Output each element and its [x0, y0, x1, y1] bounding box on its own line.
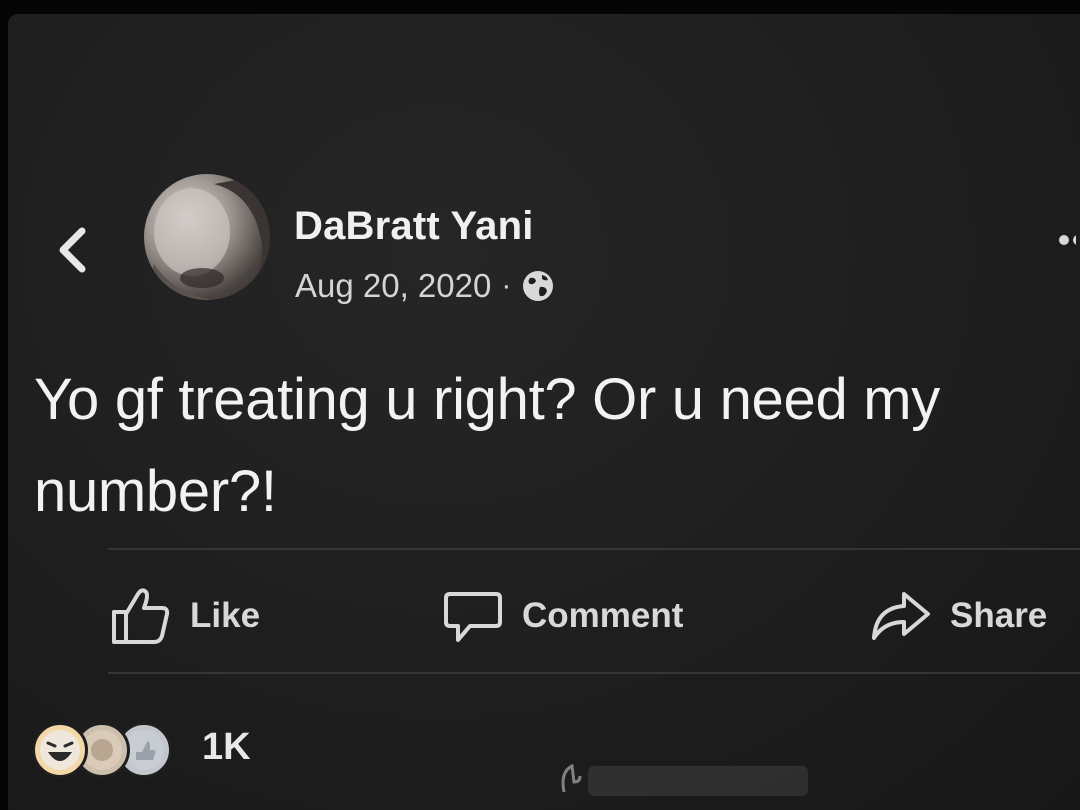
- back-button[interactable]: [52, 220, 92, 280]
- globe-icon: [523, 271, 554, 301]
- watermark: [554, 752, 814, 810]
- author-name[interactable]: DaBratt Yani: [294, 204, 534, 249]
- comment-label: Comment: [522, 596, 684, 635]
- like-button[interactable]: Like: [110, 586, 260, 646]
- comment-button[interactable]: Comment: [442, 586, 683, 646]
- comment-icon: [444, 592, 502, 642]
- divider: [108, 548, 1080, 550]
- share-label: Share: [950, 596, 1048, 635]
- more-options-button[interactable]: [1056, 220, 1076, 260]
- thumbs-up-icon: [112, 588, 170, 644]
- avatar-photo: [144, 174, 270, 300]
- post-text: Yo gf treating u right? Or u need my num…: [34, 367, 940, 524]
- reaction-count[interactable]: 1K: [202, 726, 251, 769]
- meta-separator: ·: [501, 269, 512, 302]
- post-meta: Aug 20, 2020 ·: [295, 267, 555, 305]
- post-screen: DaBratt Yani Aug 20, 2020 · Yo gf treati…: [8, 14, 1080, 810]
- chevron-left-icon: [59, 227, 86, 273]
- avatar[interactable]: [144, 174, 270, 300]
- like-label: Like: [190, 596, 261, 635]
- more-options-icon: [1059, 235, 1076, 245]
- share-button[interactable]: Share: [868, 586, 1047, 646]
- post-date[interactable]: Aug 20, 2020: [295, 267, 491, 305]
- haha-icon: [32, 722, 88, 778]
- reactions-summary[interactable]: [32, 722, 172, 778]
- share-icon: [872, 592, 930, 640]
- divider: [108, 672, 1080, 674]
